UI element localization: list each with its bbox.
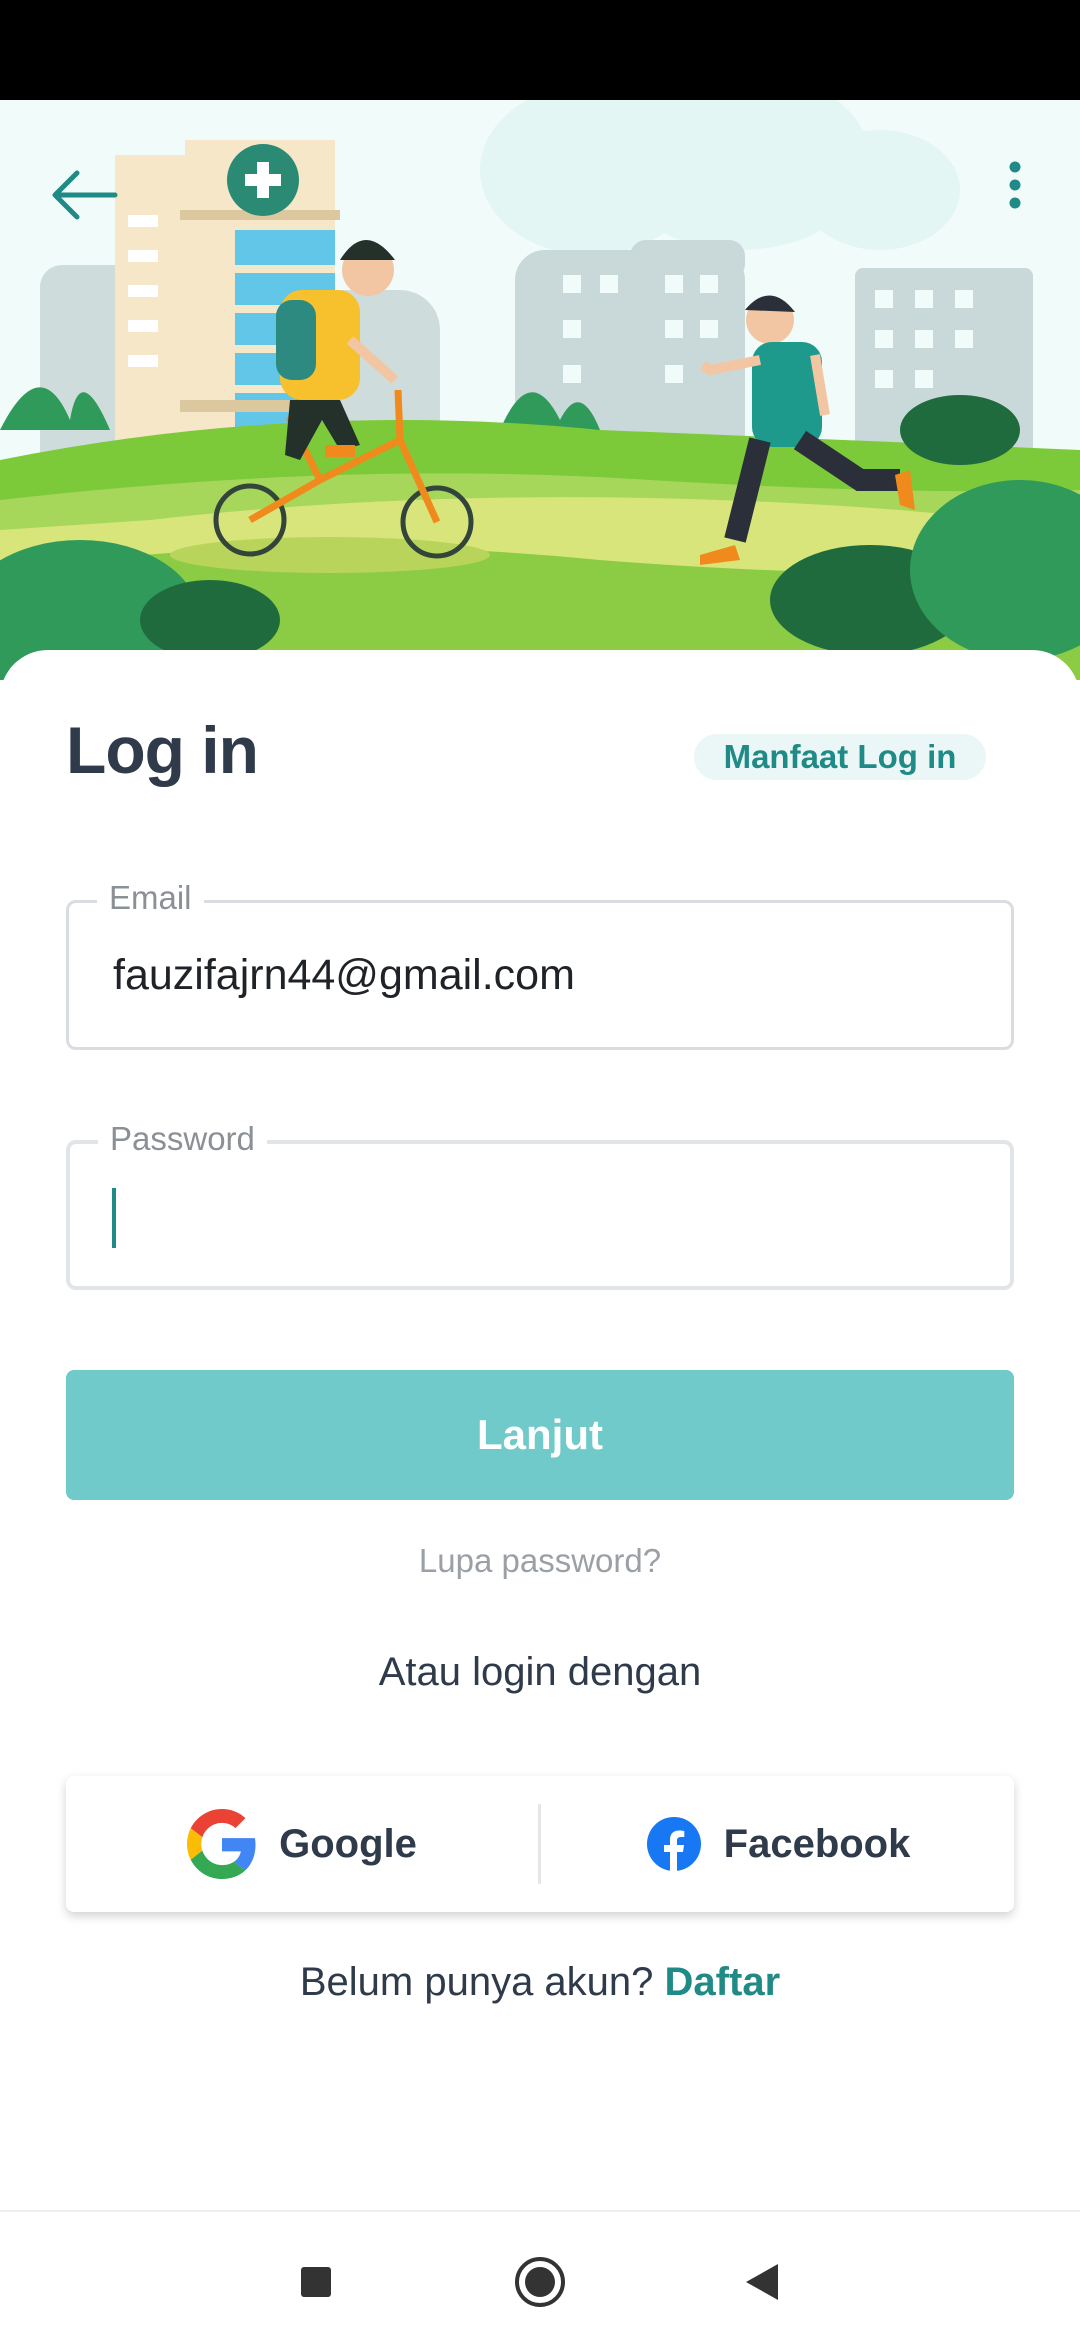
more-options-button[interactable] bbox=[990, 150, 1040, 220]
square-icon bbox=[301, 2267, 331, 2297]
facebook-icon bbox=[646, 1817, 701, 1872]
facebook-label: Facebook bbox=[723, 1821, 911, 1866]
more-vertical-icon bbox=[1009, 161, 1021, 209]
arrow-left-icon bbox=[52, 170, 118, 220]
text-caret bbox=[112, 1188, 116, 1248]
email-label: Email bbox=[97, 879, 204, 917]
forgot-password-link[interactable]: Lupa password? bbox=[0, 1542, 1080, 1580]
back-button[interactable] bbox=[36, 150, 132, 240]
benefits-link[interactable]: Manfaat Log in bbox=[694, 734, 986, 780]
triangle-back-icon bbox=[746, 2264, 778, 2300]
google-label: Google bbox=[279, 1821, 417, 1866]
alt-login-text: Atau login dengan bbox=[378, 1650, 702, 1694]
system-nav-bar bbox=[0, 2210, 1080, 2342]
password-field[interactable]: Password bbox=[66, 1120, 1014, 1290]
password-label: Password bbox=[98, 1120, 267, 1158]
email-field[interactable]: Email fauzifajrn44@gmail.com bbox=[66, 879, 1014, 1050]
signup-prompt: Belum punya akun? bbox=[299, 1960, 654, 2004]
page-title: Log in bbox=[66, 713, 259, 787]
signup-link[interactable]: Daftar bbox=[665, 1960, 781, 2004]
email-value[interactable]: fauzifajrn44@gmail.com bbox=[113, 951, 575, 1000]
google-icon bbox=[187, 1809, 256, 1879]
status-bar bbox=[0, 0, 1080, 100]
facebook-login-button[interactable]: Facebook bbox=[542, 1776, 1014, 1912]
recent-apps-button[interactable] bbox=[276, 2242, 356, 2322]
hero-illustration bbox=[0, 100, 1080, 680]
park-illustration bbox=[0, 100, 1080, 680]
circle-icon bbox=[515, 2257, 565, 2307]
nav-back-button[interactable] bbox=[722, 2242, 802, 2322]
social-login-box: Google Facebook bbox=[66, 1776, 1014, 1912]
signup-row: Belum punya akun? Daftar bbox=[0, 1960, 1080, 2005]
home-button[interactable] bbox=[500, 2242, 580, 2322]
google-login-button[interactable]: Google bbox=[66, 1776, 538, 1912]
continue-button[interactable]: Lanjut bbox=[66, 1370, 1014, 1500]
social-divider bbox=[538, 1804, 541, 1884]
